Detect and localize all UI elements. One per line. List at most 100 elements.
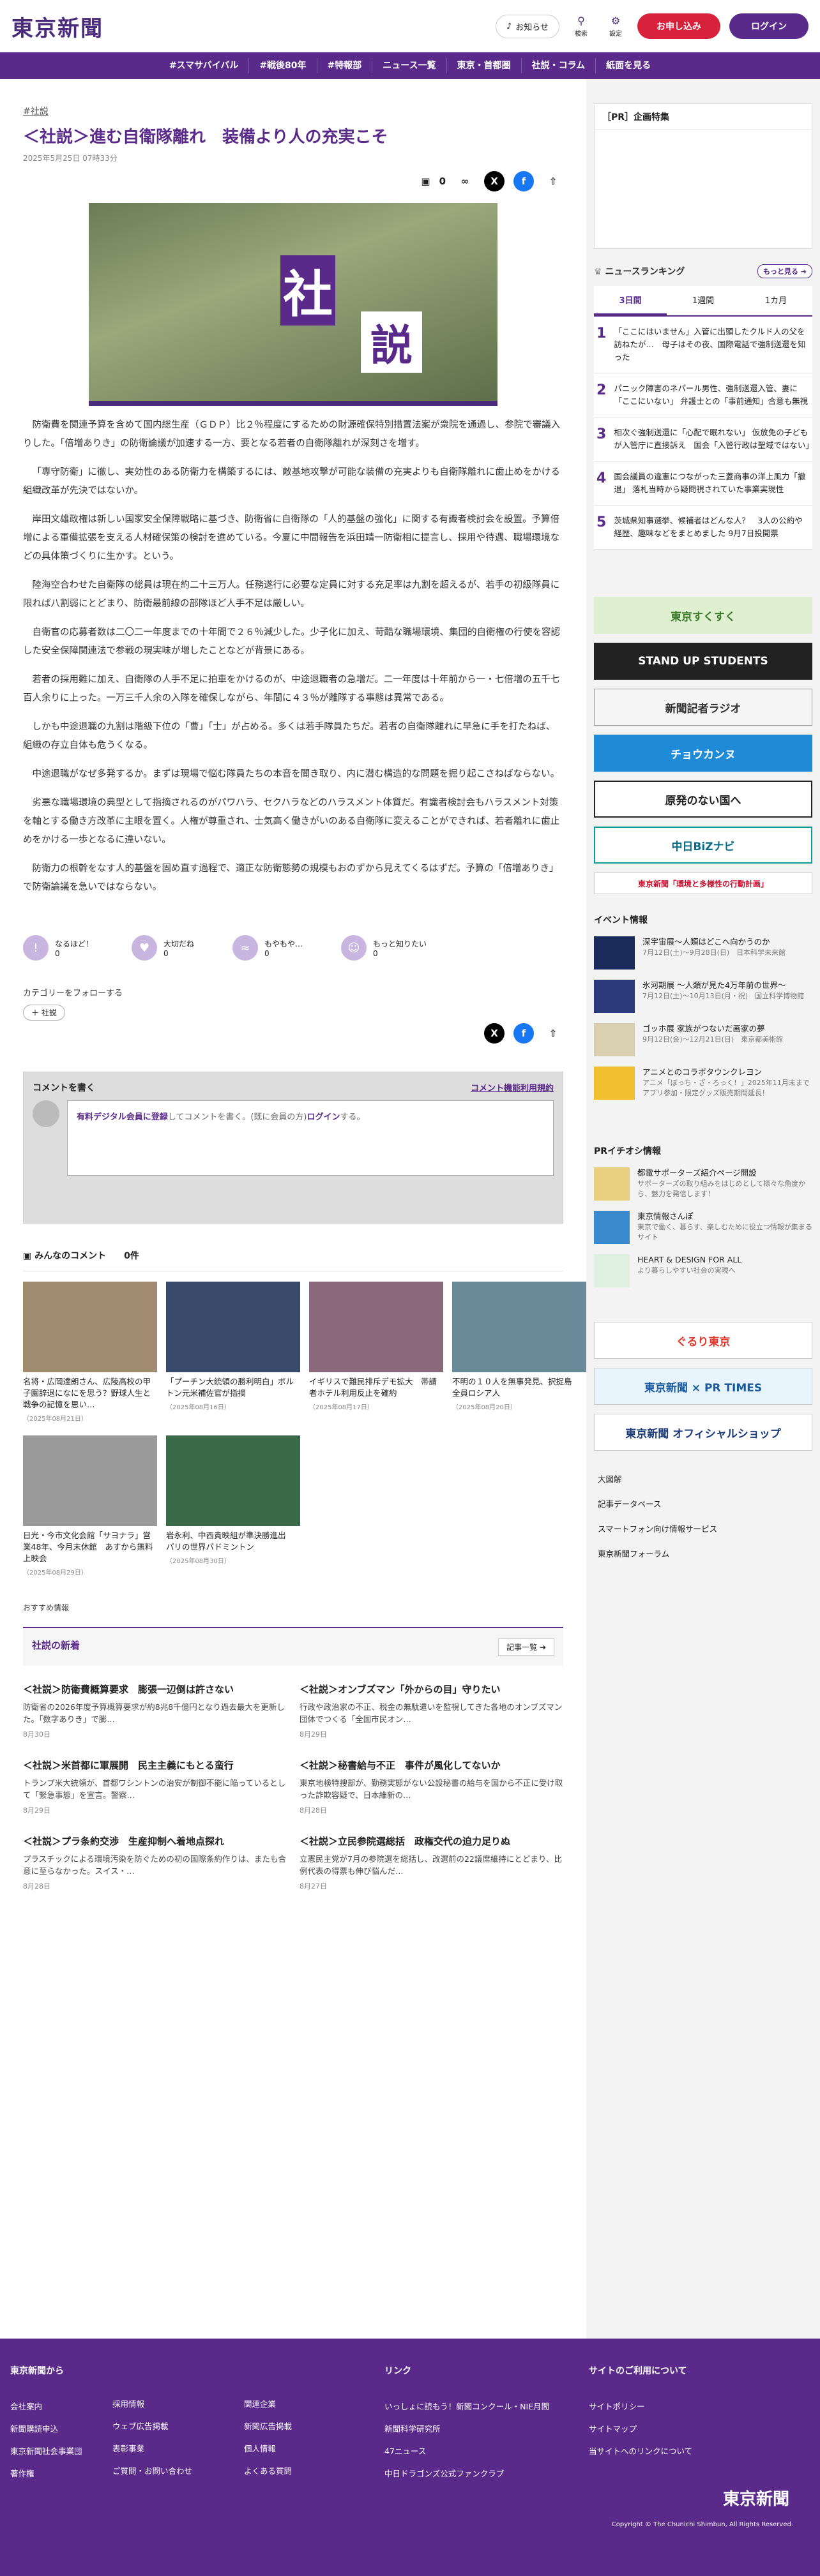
ranking-more-button[interactable]: もっと見る ➔	[757, 264, 812, 278]
banner-radio[interactable]: 新聞記者ラジオ	[594, 689, 812, 726]
banner-stand-up[interactable]: STAND UP STUDENTS	[594, 643, 812, 680]
x-share-icon[interactable]: X	[484, 1023, 505, 1044]
login-link[interactable]: ログイン	[307, 1112, 340, 1122]
editorial-item[interactable]: ＜社説＞立民参院選総括 政権交代の迫力足りぬ 立憲民主党が7月の参院選を総括し、改…	[300, 1834, 563, 1891]
nav-item[interactable]: #戦後80年	[248, 58, 316, 73]
apply-button[interactable]: お申し込み	[637, 13, 720, 39]
reaction-taisetsu[interactable]: ♥ 大切だね 0	[132, 935, 194, 961]
banner-genpatsu[interactable]: 原発のない国へ	[594, 781, 812, 818]
footer-link[interactable]: 47ニュース	[384, 2445, 589, 2457]
settings-label: 設定	[609, 31, 622, 38]
footer-link[interactable]: 著作権	[10, 2467, 112, 2479]
banner-prtimes[interactable]: 東京新聞 × PR TIMES	[594, 1368, 812, 1405]
editorial-item[interactable]: ＜社説＞防衛費概算要求 膨張一辺倒は許さない 防衛省の2026年度予算概算要求が約…	[23, 1682, 287, 1739]
tab-1week[interactable]: 1週間	[667, 286, 740, 315]
nav-item[interactable]: 東京・首都圏	[446, 58, 521, 73]
footer-link[interactable]: 新聞購読申込	[10, 2422, 112, 2434]
comment-terms-link[interactable]: コメント機能利用規約	[471, 1081, 554, 1094]
comment-input[interactable]: 有料デジタル会員に登録してコメントを書く。(既に会員の方)ログインする。	[67, 1100, 554, 1176]
footer-link[interactable]: 当サイトへのリンクについて	[589, 2445, 800, 2457]
share-icon[interactable]: ⇧	[543, 171, 563, 191]
footer-link[interactable]: 関連企業	[244, 2397, 384, 2409]
footer-link[interactable]: ウェブ広告掲載	[112, 2420, 244, 2432]
nav-item[interactable]: #スマサバイバル	[159, 58, 248, 73]
reaction-motto[interactable]: ☺ もっと知りたい 0	[341, 935, 427, 961]
sidebar-link[interactable]: スマートフォン向け情報サービス	[594, 1516, 812, 1541]
footer-link[interactable]: サイトマップ	[589, 2422, 800, 2434]
related-date: （2025年08月21日）	[23, 1416, 87, 1423]
footer-link[interactable]: 個人情報	[244, 2442, 384, 2454]
related-card[interactable]: 日光・今市文化会館「サヨナラ」営業48年、今月末休館 あすから無料上映会 （202…	[23, 1435, 157, 1576]
nav-item[interactable]: ニュース一覧	[372, 58, 446, 73]
search-button[interactable]: ⚲ 検索	[568, 15, 594, 38]
facebook-share-icon[interactable]: f	[513, 1023, 534, 1044]
pr-item[interactable]: 都電サポーターズ紹介ページ開設 サポーターズの取り組みをはじめとして様々な角度から…	[594, 1167, 812, 1201]
nav-item[interactable]: 紙面を見る	[595, 58, 661, 73]
related-card[interactable]: イギリスで難民排斥デモ拡大 帯請者ホテル利用反止を確約 （2025年08月17日）	[309, 1282, 443, 1423]
footer-link[interactable]: 表彰事業	[112, 2442, 244, 2454]
banner-chokanu[interactable]: チョウカンヌ	[594, 735, 812, 772]
nav-item[interactable]: #特報部	[316, 58, 372, 73]
category-heading: カテゴリーをフォローする	[23, 989, 123, 998]
event-item[interactable]: 深宇宙展～人類はどこへ向かうのか 7月12日(土)～9月28日(日) 日本科学未来…	[594, 936, 812, 970]
related-card[interactable]: 不明の１０人を無事発見、択捉島 全員ロシア人 （2025年08月20日）	[452, 1282, 586, 1423]
follow-category-chip[interactable]: ＋ 社説	[23, 1005, 65, 1021]
editorial-item[interactable]: ＜社説＞プラ条約交渉 生産抑制へ着地点探れ プラスチックによる環境汚染を防ぐための…	[23, 1834, 287, 1891]
editorials-header: 社説の新着 記事一覧 ➔	[23, 1627, 563, 1666]
footer-link[interactable]: 中日ドラゴンズ公式ファンクラブ	[384, 2467, 589, 2479]
event-title: アニメとのコラボタウンクレヨン	[642, 1067, 763, 1077]
tab-3days[interactable]: 3日間	[594, 286, 667, 315]
event-item[interactable]: 氷河期展 ～人類が見た4万年前の世界～ 7月12日(土)～10月13日(月・祝) …	[594, 980, 812, 1013]
footer-link[interactable]: サイトポリシー	[589, 2400, 800, 2412]
footer-link[interactable]: 新聞広告掲載	[244, 2420, 384, 2432]
sidebar-link[interactable]: 記事データベース	[594, 1491, 812, 1516]
banner-bizu[interactable]: 中日BiZナビ	[594, 827, 812, 864]
footer-link[interactable]: 新聞科学研究所	[384, 2422, 589, 2434]
share-icon[interactable]: ⇧	[543, 1023, 563, 1044]
editorial-item[interactable]: ＜社説＞米首都に軍展開 民主主義にもとる蛮行 トランプ米大統領が、首都ワシントンの…	[23, 1758, 287, 1815]
pr-item[interactable]: 東京情報さんぽ 東京で働く、暮らす、楽しむために役立つ情報が集まるサイト	[594, 1211, 812, 1244]
ranking-item[interactable]: 5 茨城県知事選挙、候補者はどんな人？ 3人の公約や経歴、趣味などをまとめました …	[594, 505, 812, 550]
sidebar-link[interactable]: 東京新聞フォーラム	[594, 1541, 812, 1566]
notify-button[interactable]: ♪ お知らせ	[495, 14, 559, 38]
ranking-item[interactable]: 1 「ここにはいません」入管に出頭したクルド人の父を訪ねたが… 母子はその夜、国際…	[594, 317, 812, 373]
footer-link[interactable]: 会社案内	[10, 2400, 112, 2412]
sidebar-link[interactable]: 大図解	[594, 1466, 812, 1491]
related-card[interactable]: 「プーチン大統領の勝利明白」ボルトン元米補佐官が指摘 （2025年08月16日）	[166, 1282, 300, 1423]
comments-heading: ▣ みんなのコメント 0件	[23, 1249, 563, 1271]
related-card[interactable]: 岩永利、中西貴映組が準決勝進出 パリの世界バドミントン （2025年08月30日）	[166, 1435, 300, 1576]
related-card[interactable]: 名将・広岡達朗さん、広陵高校の甲子園辞退になにを思う？野球人生と戦争の記憶を思い…	[23, 1282, 157, 1423]
tab-1month[interactable]: 1カ月	[740, 286, 812, 315]
footer-link[interactable]: 東京新聞社会事業団	[10, 2445, 112, 2457]
clip-icon[interactable]: ∞	[455, 171, 475, 191]
event-title: 深宇宙展～人類はどこへ向かうのか	[642, 937, 770, 947]
x-share-icon[interactable]: X	[484, 171, 505, 191]
facebook-share-icon[interactable]: f	[513, 171, 534, 191]
footer-link[interactable]: よくある質問	[244, 2464, 384, 2476]
event-item[interactable]: ゴッホ展 家族がつないだ画家の夢 9月12日(金)～12月21日(日) 東京都美術…	[594, 1023, 812, 1056]
event-item[interactable]: アニメとのコラボタウンクレヨン アニメ「ぼっち・ざ・ろっく！」2025年11月末ま…	[594, 1067, 812, 1100]
footer-link[interactable]: 採用情報	[112, 2397, 244, 2409]
banner-gururi[interactable]: ぐるり東京	[594, 1322, 812, 1359]
footer-link[interactable]: いっしょに読もう！新聞コンクール・NIE月間	[384, 2400, 589, 2412]
banner-shop[interactable]: 東京新聞 オフィシャルショップ	[594, 1414, 812, 1451]
editorial-item[interactable]: ＜社説＞オンブズマン「外からの目」守りたい 行政や政治家の不正、税金の無駄遣いを監…	[300, 1682, 563, 1739]
nav-item[interactable]: 社説・コラム	[520, 58, 596, 73]
article-tag[interactable]: #社説	[23, 107, 49, 117]
editorials-more-button[interactable]: 記事一覧 ➔	[498, 1638, 554, 1656]
site-logo[interactable]: 東京新聞	[11, 11, 103, 42]
login-button[interactable]: ログイン	[729, 13, 809, 39]
reaction-moyamoya[interactable]: ≈ もやもや… 0	[232, 935, 303, 961]
register-link[interactable]: 有料デジタル会員に登録	[77, 1112, 168, 1122]
banner-environment[interactable]: 東京新聞「環境と多様性の行動計画」	[594, 872, 812, 894]
pr-item[interactable]: HEART & DESIGN FOR ALL より暮らしやすい社会の実現へ	[594, 1254, 812, 1287]
ranking-item[interactable]: 4 国会議員の違憲につながった三菱商事の洋上風力「撤退」 落札当時から疑問視されて…	[594, 461, 812, 505]
footer-link[interactable]: ご質問・お問い合わせ	[112, 2464, 244, 2476]
reaction-naruhodo[interactable]: ! なるほど！ 0	[23, 935, 93, 961]
comment-icon[interactable]: ▣	[421, 176, 430, 187]
settings-button[interactable]: ⚙ 設定	[603, 15, 628, 38]
banner-sukusuku[interactable]: 東京すくすく	[594, 597, 812, 634]
editorial-item[interactable]: ＜社説＞秘書給与不正 事件が風化してないか 東京地検特捜部が、勤務実態がない公設秘…	[300, 1758, 563, 1815]
ranking-item[interactable]: 2 パニック障害のネパール男性、強制送還入管、妻に「ここにいない」 弁護士との「事…	[594, 373, 812, 417]
ranking-item[interactable]: 3 相次ぐ強制送還に「心配で眠れない」 仮放免の子どもが入管庁に直接訴え 国会「入…	[594, 417, 814, 461]
